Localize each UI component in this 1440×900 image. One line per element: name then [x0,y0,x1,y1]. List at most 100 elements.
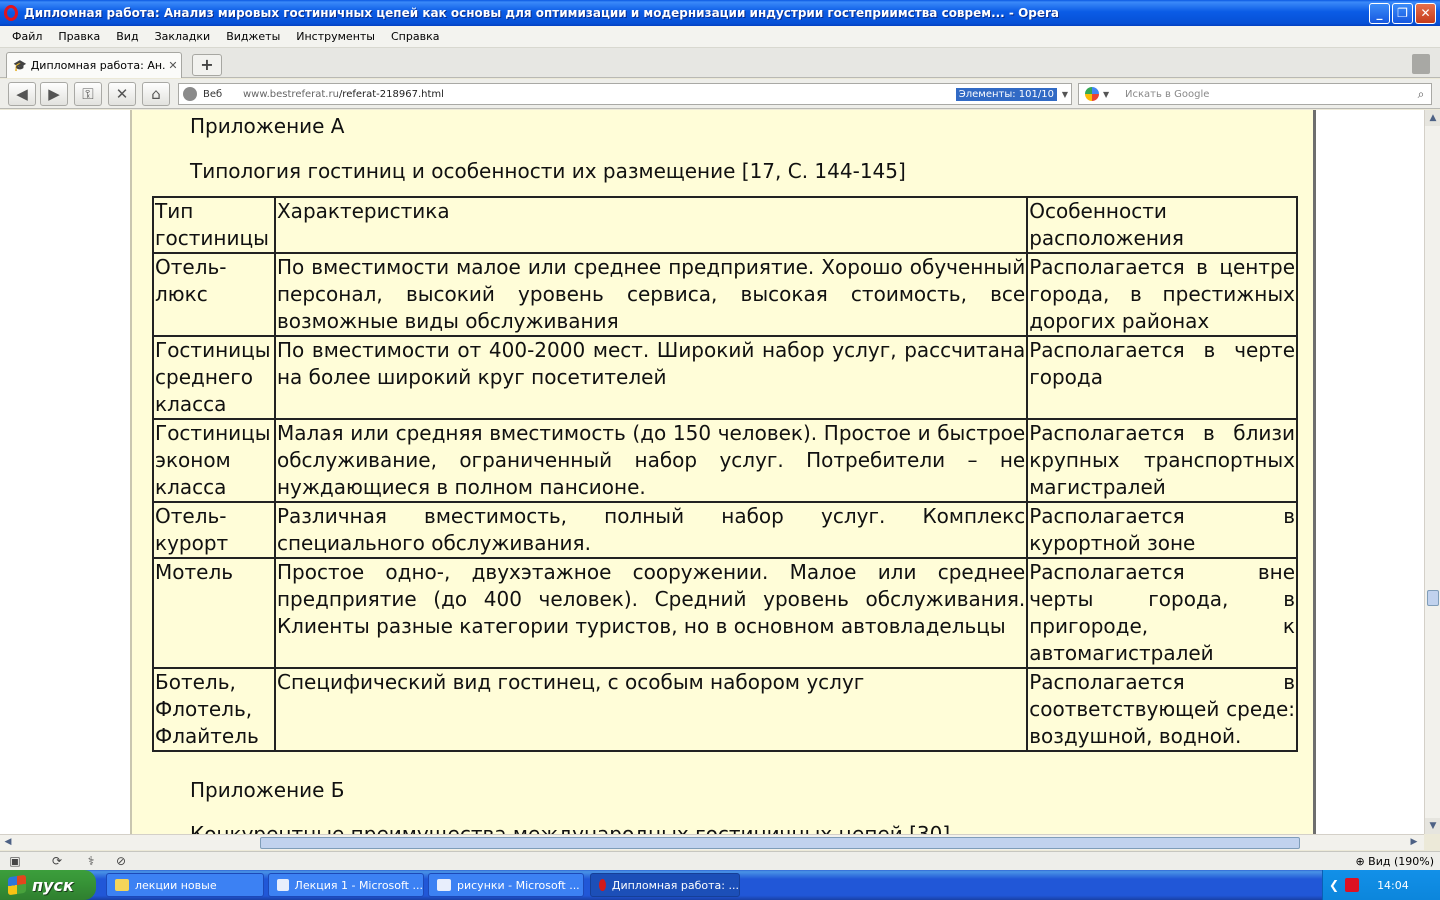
cell-characteristic: Малая или средняя вместимость (до 150 че… [273,418,1029,503]
cell-type: Гостиницы среднего класса [152,335,276,420]
sync-icon[interactable]: ⟳ [48,854,66,868]
minimize-button[interactable]: _ [1369,2,1390,24]
google-icon[interactable] [1085,87,1099,101]
cell-location: Располагается в курортной зоне [1026,501,1298,559]
folder-icon [115,879,129,891]
forward-button[interactable]: ▶ [40,82,68,106]
table-row: Ботель, Флотель, Флайтель Специфический … [152,667,1298,752]
menu-widgets[interactable]: Виджеты [218,30,288,43]
menu-edit[interactable]: Правка [50,30,108,43]
stop-button[interactable]: ✕ [108,82,136,106]
tab-close-icon[interactable]: ✕ [165,59,181,72]
vertical-scrollbar[interactable]: ▲ ▼ [1424,110,1440,834]
restore-button[interactable]: ❐ [1392,2,1413,24]
start-button[interactable]: пуск [0,870,96,900]
clock: 14:04 [1377,878,1409,892]
cell-location: Располагается в соответствующей среде: в… [1026,667,1298,752]
menu-file[interactable]: Файл [4,30,50,43]
scroll-left-icon[interactable]: ◀ [0,835,16,851]
cell-location: Располагается вне черты города, в пригор… [1026,557,1298,669]
scroll-right-icon[interactable]: ▶ [1406,835,1422,851]
tray-arrow-icon[interactable]: ❮ [1329,878,1339,892]
antivirus-icon[interactable] [1345,878,1360,892]
search-input[interactable]: Искать в Google [1115,89,1411,100]
taskbar-item-word-1[interactable]: Лекция 1 - Microsoft ... [268,873,424,897]
cell-characteristic: Специфический вид гостинец, с особым наб… [273,667,1029,752]
search-field[interactable]: ▼ Искать в Google ⌕ [1078,83,1432,105]
scroll-up-icon[interactable]: ▲ [1425,110,1440,126]
menu-bar: Файл Правка Вид Закладки Виджеты Инструм… [0,26,1440,48]
header-cell-characteristic: Характеристика [273,196,1029,254]
window-title: Дипломная работа: Анализ мировых гостини… [24,6,1060,20]
search-icon[interactable]: ⌕ [1411,87,1431,102]
cell-characteristic: Различная вместимость, полный набор услу… [273,501,1029,559]
word-icon [437,879,451,891]
word-icon [277,879,289,891]
zoom-label: Вид (190%) [1368,854,1434,868]
taskbar-item-folder[interactable]: лекции новые [106,873,264,897]
globe-icon [183,87,197,101]
cell-location: Располагается в центре города, в престиж… [1026,252,1298,337]
table-header-row: Тип гостиницы Характеристика Особенности… [152,196,1298,254]
turbo-icon[interactable]: ⊘ [112,854,130,868]
appendix-b-heading: Приложение Б [190,778,345,802]
appendix-a-heading: Приложение А [190,114,345,138]
tab-thesis[interactable]: 🎓 Дипломная работа: Ан... ✕ [6,52,182,78]
task-label: Дипломная работа: ... [611,878,739,892]
trash-icon[interactable] [1412,54,1430,74]
menu-tools[interactable]: Инструменты [288,30,383,43]
opera-icon [599,879,606,891]
url-path: /referat-218967.html [338,88,444,100]
new-tab-button[interactable]: + [192,54,222,76]
menu-bookmarks[interactable]: Закладки [147,30,219,43]
opera-logo-icon [4,5,18,21]
unite-icon[interactable]: ⚕ [82,854,100,868]
zoom-level[interactable]: ⊕ Вид (190%) [1355,855,1434,868]
url-text[interactable]: www.bestreferat.ru/referat-218967.html [243,89,956,100]
cell-type: Отель-люкс [152,252,276,337]
taskbar: пуск лекции новые Лекция 1 - Microsoft .… [0,870,1440,900]
cell-characteristic: По вместимости от 400-2000 мест. Широкий… [273,335,1029,420]
start-label: пуск [32,875,74,895]
cell-characteristic: По вместимости малое или среднее предпри… [273,252,1029,337]
menu-view[interactable]: Вид [108,30,146,43]
table-caption: Типология гостиниц и особенности их разм… [190,159,906,183]
system-tray: ❮ 14:04 [1322,870,1440,900]
back-button[interactable]: ◀ [8,82,36,106]
horizontal-scrollbar[interactable]: ◀ ▶ [0,834,1424,850]
status-bar: ▣ ⟳ ⚕ ⊘ ⊕ Вид (190%) [0,851,1440,870]
elements-counter: Элементы: 101/10 [955,87,1057,101]
cut-off-caption: Конкурентные преимущества международных … [190,822,951,834]
chevron-down-icon[interactable]: ▼ [1059,90,1071,99]
windows-logo-icon [8,874,26,896]
header-cell-location: Особенности расположения [1026,196,1298,254]
cell-type: Гостиницы эконом класса [152,418,276,503]
navigation-bar: ◀ ▶ ⚿ ✕ ⌂ Веб www.bestreferat.ru/referat… [0,79,1440,109]
cell-type: Мотель [152,557,276,669]
menu-help[interactable]: Справка [383,30,447,43]
tab-favicon-icon: 🎓 [13,59,27,72]
taskbar-item-word-2[interactable]: рисунки - Microsoft ... [428,873,584,897]
table-row: Отель-люкс По вместимости малое или сред… [152,252,1298,337]
home-button[interactable]: ⌂ [142,82,170,106]
tab-label: Дипломная работа: Ан... [30,59,165,72]
url-host: www.bestreferat.ru [243,88,339,100]
taskbar-item-opera[interactable]: Дипломная работа: ... [590,873,740,897]
vertical-scroll-thumb[interactable] [1427,590,1439,606]
header-cell-type: Тип гостиницы [152,196,276,254]
wand-icon[interactable]: ⚿ [74,82,102,106]
zoom-icon: ⊕ [1355,854,1369,868]
close-window-button[interactable]: ✕ [1415,2,1436,24]
horizontal-scroll-thumb[interactable] [260,837,1300,849]
cell-location: Располагается в близи крупных транспортн… [1026,418,1298,503]
document-page: Приложение А Типология гостиниц и особен… [130,110,1316,834]
task-label: Лекция 1 - Microsoft ... [294,878,423,892]
cell-location: Располагается в черте города [1026,335,1298,420]
cell-type: Ботель, Флотель, Флайтель [152,667,276,752]
scroll-down-icon[interactable]: ▼ [1425,818,1440,834]
address-field[interactable]: Веб www.bestreferat.ru/referat-218967.ht… [178,83,1072,105]
search-engine-chevron-icon[interactable]: ▼ [1103,90,1115,99]
panel-toggle-icon[interactable]: ▣ [6,854,24,868]
table-row: Гостиницы среднего класса По вместимости… [152,335,1298,420]
task-label: рисунки - Microsoft ... [457,878,580,892]
